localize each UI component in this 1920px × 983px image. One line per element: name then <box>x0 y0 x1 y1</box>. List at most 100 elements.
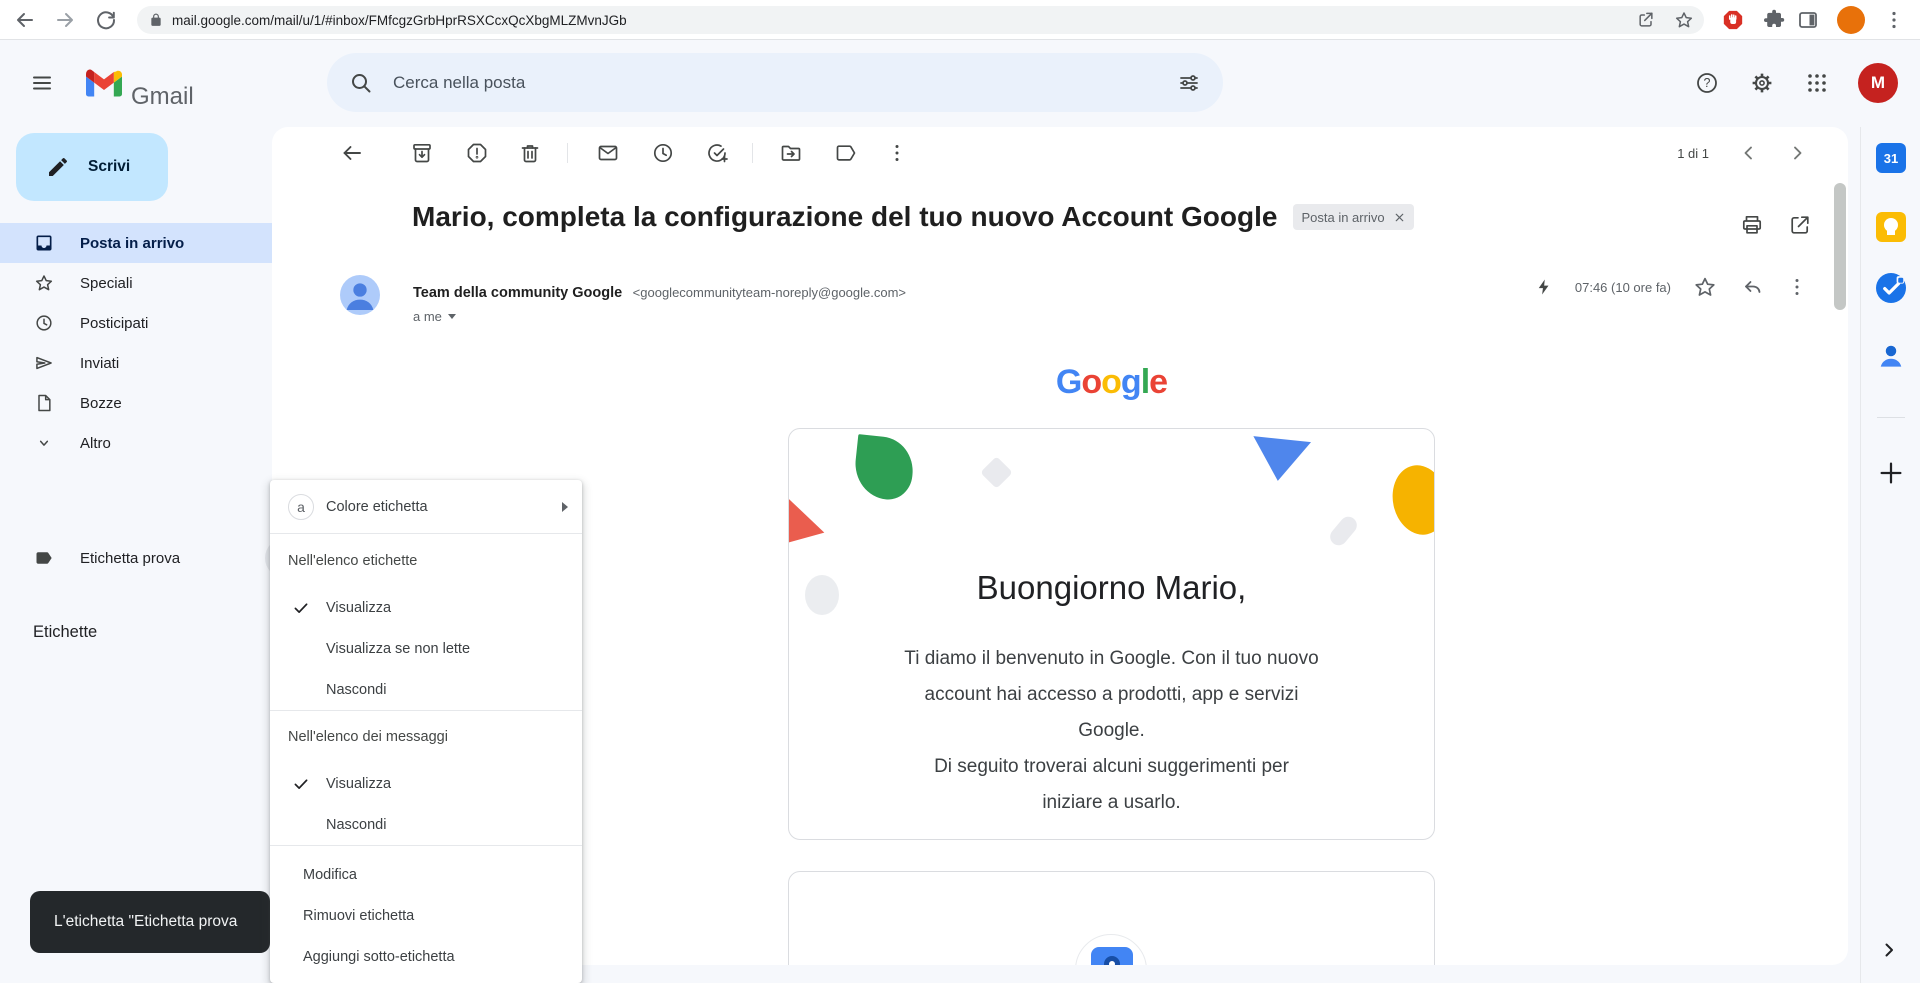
sidebar-item-starred[interactable]: Speciali <box>0 263 300 303</box>
calendar-icon[interactable]: 31 <box>1876 143 1906 173</box>
pagination: 1 di 1 <box>1677 127 1809 179</box>
recipient-toggle[interactable]: a me <box>413 309 456 324</box>
sidebar-label-etichetta-prova[interactable]: Etichetta prova <box>0 538 300 578</box>
contacts-icon[interactable] <box>1876 341 1906 371</box>
menu-item-add-sublabel[interactable]: Aggiungi sotto-etichetta <box>270 936 582 977</box>
address-bar[interactable]: mail.google.com/mail/u/1/#inbox/FMfcgzGr… <box>137 6 1704 34</box>
sidebar-item-more[interactable]: Altro <box>0 423 300 463</box>
menu-item-label-color[interactable]: a Colore etichetta <box>270 480 582 533</box>
email-greeting: Buongiorno Mario, <box>789 569 1434 607</box>
help-icon[interactable]: ? <box>1695 71 1719 95</box>
sender-avatar[interactable] <box>340 275 380 315</box>
add-plus-icon[interactable] <box>1876 458 1906 488</box>
sidebar-item-inbox[interactable]: Posta in arrivo <box>0 223 300 263</box>
menu-item-remove-label[interactable]: Rimuovi etichetta <box>270 895 582 936</box>
keep-icon[interactable] <box>1876 212 1906 242</box>
compose-button[interactable]: Scrivi <box>16 133 168 201</box>
search-options-icon[interactable] <box>1177 71 1201 95</box>
chevron-down-icon <box>34 433 54 453</box>
submenu-arrow-icon <box>562 502 568 512</box>
delete-trash-icon[interactable] <box>518 141 542 165</box>
scrollbar-thumb[interactable] <box>1834 183 1846 310</box>
toast-message: L'etichetta "Etichetta prova <box>54 913 237 931</box>
share-icon[interactable] <box>1636 10 1656 30</box>
snooze-clock-icon[interactable] <box>651 141 675 165</box>
settings-gear-icon[interactable] <box>1750 71 1774 95</box>
menu-item-show-if-unread[interactable]: Visualizza se non lette <box>270 628 582 669</box>
label-tag-icon <box>34 548 54 568</box>
reply-icon[interactable] <box>1739 275 1763 299</box>
search-icon[interactable] <box>349 71 373 95</box>
browser-profile-avatar[interactable] <box>1837 6 1865 34</box>
older-chevron-icon[interactable] <box>1785 141 1809 165</box>
chip-close-icon[interactable] <box>1393 211 1406 224</box>
check-icon <box>292 775 310 793</box>
sender-name: Team della community Google <box>413 285 622 301</box>
email-subject: Mario, completa la configurazione del tu… <box>412 201 1277 233</box>
search-bar[interactable] <box>327 53 1223 112</box>
sidebar-nav: Posta in arrivo Speciali Posticipati Inv… <box>0 223 272 463</box>
menu-item-show-in-messages[interactable]: Visualizza <box>270 763 582 804</box>
back-arrow-icon[interactable] <box>340 141 364 165</box>
draft-icon <box>34 393 54 413</box>
menu-item-hide-in-labels[interactable]: Nascondi <box>270 669 582 710</box>
menu-section-header: Nell'elenco dei messaggi <box>270 711 582 763</box>
star-icon[interactable] <box>1693 275 1717 299</box>
confetti-blue-triangle <box>1249 436 1311 484</box>
add-to-tasks-icon[interactable] <box>706 141 730 165</box>
side-panel-icon[interactable] <box>1796 8 1820 32</box>
confetti-yellow-ellipse <box>1386 460 1435 540</box>
clock-icon <box>34 313 54 333</box>
pencil-icon <box>46 155 70 179</box>
toolbar-divider <box>752 143 753 163</box>
more-vert-icon[interactable] <box>885 141 909 165</box>
expand-chevron-icon[interactable] <box>1877 938 1901 962</box>
toolbar-divider <box>567 143 568 163</box>
more-vert-icon[interactable] <box>1785 275 1809 299</box>
camera-icon <box>1091 947 1133 965</box>
dynamic-mail-bolt-icon <box>1535 278 1553 296</box>
caret-down-icon <box>448 314 456 319</box>
browser-reload-icon[interactable] <box>94 8 118 32</box>
account-avatar[interactable]: M <box>1858 63 1898 103</box>
tasks-icon[interactable] <box>1876 273 1906 303</box>
sidebar-item-snoozed[interactable]: Posticipati <box>0 303 300 343</box>
report-spam-icon[interactable] <box>465 141 489 165</box>
star-icon <box>34 273 54 293</box>
open-in-new-icon[interactable] <box>1788 213 1812 237</box>
browser-more-icon[interactable] <box>1882 8 1906 32</box>
newer-chevron-icon[interactable] <box>1737 141 1761 165</box>
archive-icon[interactable] <box>410 141 434 165</box>
person-icon <box>340 275 380 315</box>
move-to-folder-icon[interactable] <box>779 141 803 165</box>
check-icon <box>292 599 310 617</box>
browser-forward-icon[interactable] <box>53 8 77 32</box>
rail-divider <box>1877 417 1905 418</box>
camera-badge <box>1075 934 1147 965</box>
menu-section-header: Nell'elenco etichette <box>270 534 582 587</box>
lock-icon <box>149 12 163 28</box>
sender-address: <googlecommunityteam-noreply@google.com> <box>633 285 906 300</box>
google-wordmark: Google <box>788 363 1435 402</box>
search-input[interactable] <box>393 73 1177 93</box>
send-icon <box>34 353 54 373</box>
apps-grid-icon[interactable] <box>1805 71 1829 95</box>
menu-item-show-in-labels[interactable]: Visualizza <box>270 587 582 628</box>
menu-item-hide-in-messages[interactable]: Nascondi <box>270 804 582 845</box>
subject-actions <box>1740 213 1812 237</box>
url-text: mail.google.com/mail/u/1/#inbox/FMfcgzGr… <box>172 13 627 28</box>
print-icon[interactable] <box>1740 213 1764 237</box>
label-color-swatch: a <box>288 494 314 520</box>
hamburger-menu-icon[interactable] <box>30 71 54 95</box>
adblock-icon[interactable] <box>1722 9 1744 31</box>
gmail-logo-icon[interactable] <box>86 69 122 97</box>
menu-item-edit[interactable]: Modifica <box>270 854 582 895</box>
extensions-puzzle-icon[interactable] <box>1762 8 1786 32</box>
inbox-label-chip[interactable]: Posta in arrivo <box>1293 204 1413 230</box>
browser-back-icon[interactable] <box>13 8 37 32</box>
bookmark-star-icon[interactable] <box>1674 10 1694 30</box>
sidebar-item-drafts[interactable]: Bozze <box>0 383 300 423</box>
mark-unread-icon[interactable] <box>596 141 620 165</box>
sidebar-item-sent[interactable]: Inviati <box>0 343 300 383</box>
label-tag-icon[interactable] <box>834 141 858 165</box>
